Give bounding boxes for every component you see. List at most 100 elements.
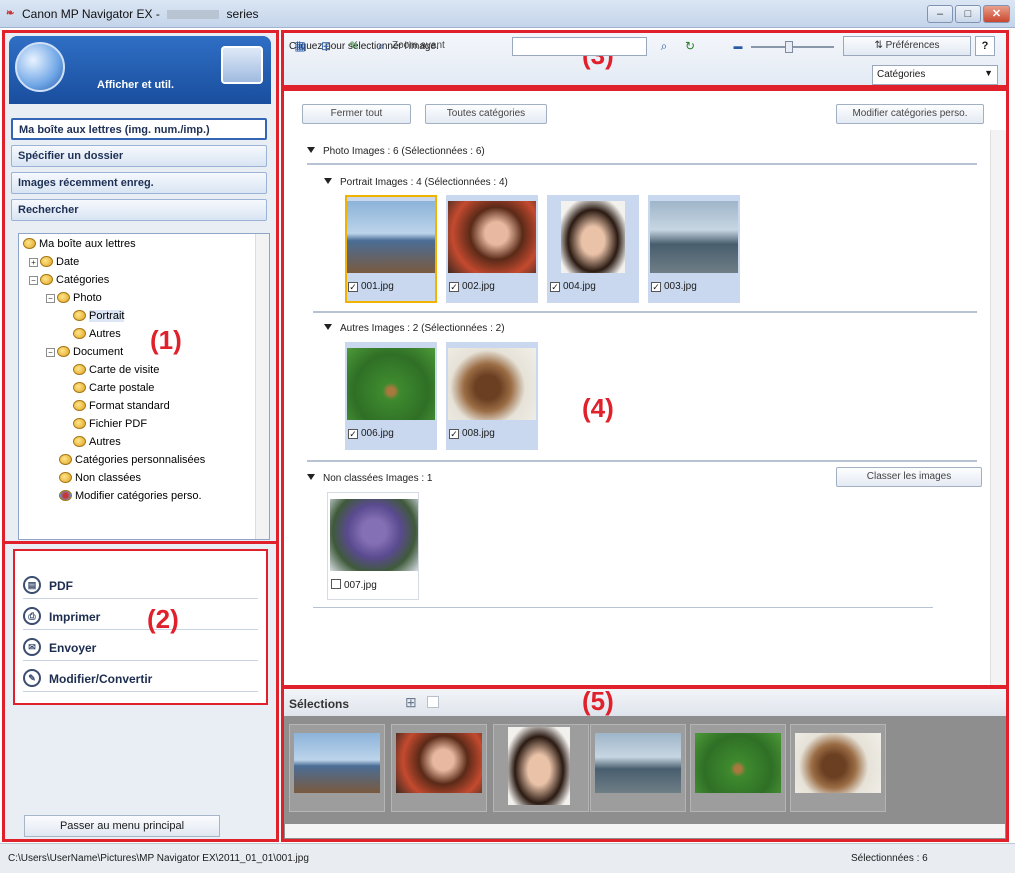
category-select[interactable]: Catégories ▼	[872, 65, 998, 85]
file-name: 006.jpg	[361, 428, 394, 439]
slider-thumb[interactable]	[785, 41, 793, 53]
thumbnail-002[interactable]: ✓ 002.jpg	[446, 195, 538, 303]
photo-two-dogs	[448, 348, 536, 420]
group-divider	[307, 163, 977, 165]
maximize-button[interactable]: □	[955, 5, 981, 23]
left-outer-frame	[2, 30, 279, 842]
photo-smiling-woman	[561, 201, 625, 273]
photo-child-at-railing	[650, 201, 738, 273]
selected-thumbnail-004[interactable]	[493, 724, 589, 812]
photo-dog-on-grass	[347, 348, 435, 420]
zoom-label[interactable]: Zoom avant	[392, 40, 445, 51]
thumbnail-caption: ✓ 008.jpg	[449, 428, 495, 439]
region-label-5: (5)	[582, 686, 614, 716]
checkbox-checked-icon[interactable]: ✓	[651, 282, 661, 292]
file-name: 003.jpg	[664, 281, 697, 292]
thumbnail-006[interactable]: ✓ 006.jpg	[345, 342, 437, 450]
photo-woman-with-flower	[396, 733, 482, 793]
status-bar: C:\Users\UserName\Pictures\MP Navigator …	[0, 843, 1015, 873]
thumbnail-007[interactable]: 007.jpg	[327, 492, 419, 600]
region-label-4: (4)	[582, 393, 614, 423]
title-bar: ❧ Canon MP Navigator EX - series – □ ✕	[0, 0, 1015, 28]
window-title-suffix: series	[226, 7, 259, 21]
search-input[interactable]	[512, 37, 647, 56]
thumbnail-004[interactable]: ✓ 004.jpg	[547, 195, 639, 303]
checkbox-checked-icon[interactable]: ✓	[449, 282, 459, 292]
file-path: C:\Users\UserName\Pictures\MP Navigator …	[8, 853, 309, 864]
thumbnail-caption: ✓ 004.jpg	[550, 281, 596, 292]
file-name: 001.jpg	[361, 281, 394, 292]
chevron-down-icon: ▼	[984, 68, 993, 78]
group-divider	[307, 460, 977, 462]
help-button[interactable]: ?	[975, 36, 995, 56]
file-name: 004.jpg	[563, 281, 596, 292]
preferences-button[interactable]: ⇅ Préférences	[843, 36, 971, 56]
category-select-value: Catégories	[877, 69, 926, 80]
checkbox-checked-icon[interactable]: ✓	[348, 282, 358, 292]
thumbnail-caption: 007.jpg	[331, 579, 377, 591]
checkbox-checked-icon[interactable]: ✓	[348, 429, 358, 439]
file-name: 002.jpg	[462, 281, 495, 292]
selected-count: Sélectionnées : 6	[851, 853, 928, 864]
all-categories-button[interactable]: Toutes catégories	[425, 104, 547, 124]
group-portrait-header[interactable]: Portrait Images : 4 (Sélectionnées : 4)	[324, 177, 508, 188]
correct-enhance-icon[interactable]: ✎	[346, 38, 362, 54]
thumbnail-001[interactable]: ✓ 001.jpg	[345, 195, 437, 303]
group-photo-header[interactable]: Photo Images : 6 (Sélectionnées : 6)	[307, 146, 485, 157]
checkbox-unchecked-icon[interactable]	[331, 579, 341, 589]
collapse-arrow-icon[interactable]	[324, 178, 332, 184]
thumbnail-008[interactable]: ✓ 008.jpg	[446, 342, 538, 450]
search-icon[interactable]: ⌕	[656, 38, 672, 54]
photo-smiling-woman	[508, 727, 570, 805]
group-photo-label: Photo Images : 6 (Sélectionnées : 6)	[323, 146, 485, 157]
select-all-icon[interactable]: ▦	[292, 38, 308, 54]
thumbnail-003[interactable]: ✓ 003.jpg	[648, 195, 740, 303]
refresh-icon[interactable]: ↻	[682, 38, 698, 54]
edit-custom-categories-button[interactable]: Modifier catégories perso.	[836, 104, 984, 124]
photo-couple-on-rocks	[294, 733, 380, 793]
collapse-arrow-icon[interactable]	[307, 147, 315, 153]
thumbnail-caption: ✓ 003.jpg	[651, 281, 697, 292]
preferences-icon: ⇅	[874, 40, 886, 51]
photo-wisteria-flowers	[330, 499, 418, 571]
selected-thumbnail-006[interactable]	[690, 724, 786, 812]
selected-thumbnail-002[interactable]	[391, 724, 487, 812]
window-title: Canon MP Navigator EX - series	[22, 7, 259, 21]
main-scrollbar[interactable]	[990, 130, 1006, 685]
checkbox-checked-icon[interactable]: ✓	[550, 282, 560, 292]
collapse-arrow-icon[interactable]	[324, 324, 332, 330]
file-name: 008.jpg	[462, 428, 495, 439]
close-button[interactable]: ✕	[983, 5, 1010, 23]
group-portrait-label: Portrait Images : 4 (Sélectionnées : 4)	[340, 177, 508, 188]
group-unclassified-header[interactable]: Non classées Images : 1	[307, 473, 433, 484]
classify-images-button[interactable]: Classer les images	[836, 467, 982, 487]
selected-thumbnail-001[interactable]	[289, 724, 385, 812]
thumbnail-caption: ✓ 002.jpg	[449, 281, 495, 292]
thumbnail-caption: ✓ 006.jpg	[348, 428, 394, 439]
group-divider	[313, 311, 977, 313]
zoom-in-icon[interactable]: ⌕	[373, 38, 389, 54]
minimize-button[interactable]: –	[927, 5, 953, 23]
preferences-label: Préférences	[885, 40, 940, 51]
checkbox-checked-icon[interactable]: ✓	[449, 429, 459, 439]
app-icon: ❧	[6, 8, 15, 19]
photo-couple-on-rocks	[347, 201, 435, 273]
photo-child-at-railing	[595, 733, 681, 793]
photo-woman-with-flower	[448, 201, 536, 273]
selected-thumbnail-003[interactable]	[590, 724, 686, 812]
close-all-button[interactable]: Fermer tout	[302, 104, 411, 124]
redacted-model-name	[167, 10, 220, 20]
selections-scrollbar[interactable]	[285, 824, 1005, 838]
selected-thumbnail-008[interactable]	[790, 724, 886, 812]
group-unclassified-label: Non classées Images : 1	[323, 473, 433, 484]
window-title-prefix: Canon MP Navigator EX -	[22, 7, 160, 21]
photo-two-dogs	[795, 733, 881, 793]
main-menu-button[interactable]: Passer au menu principal	[24, 815, 220, 837]
group-others-label: Autres Images : 2 (Sélectionnées : 2)	[340, 323, 505, 334]
photo-dog-on-grass	[695, 733, 781, 793]
small-thumbnail-icon[interactable]: ▬	[730, 38, 746, 54]
file-name: 007.jpg	[344, 580, 377, 591]
grid-view-icon[interactable]: ⊞	[318, 38, 334, 54]
collapse-arrow-icon[interactable]	[307, 474, 315, 480]
group-others-header[interactable]: Autres Images : 2 (Sélectionnées : 2)	[324, 323, 505, 334]
